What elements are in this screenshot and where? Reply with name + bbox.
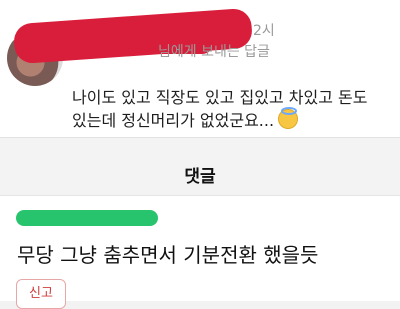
comment-item: 무당 그냥 춤추면서 기분전환 했을듯 신고 <box>0 195 400 309</box>
reply-timestamp: 2시 <box>253 23 275 39</box>
comment-text: 무당 그냥 춤추면서 기분전환 했을듯 <box>17 243 319 267</box>
reply-to-label: 님에게 보내는 답글 <box>158 44 270 60</box>
report-button[interactable]: 신고 <box>16 279 66 309</box>
reply-card: 2시 님에게 보내는 답글 나이도 있고 직장도 있고 집있고 차있고 돈도 있… <box>0 0 400 137</box>
reply-text-container: 나이도 있고 직장도 있고 집있고 차있고 돈도 있는데 정신머리가 없었군요.… <box>72 63 392 132</box>
redacted-commenter-name <box>16 210 158 226</box>
comments-section-header: 댓글 <box>0 137 400 196</box>
comments-title: 댓글 <box>184 167 216 187</box>
reply-text: 나이도 있고 직장도 있고 집있고 차있고 돈도 있는데 정신머리가 없었군요.… <box>72 88 368 130</box>
halo-smile-emoji-icon <box>278 107 299 129</box>
